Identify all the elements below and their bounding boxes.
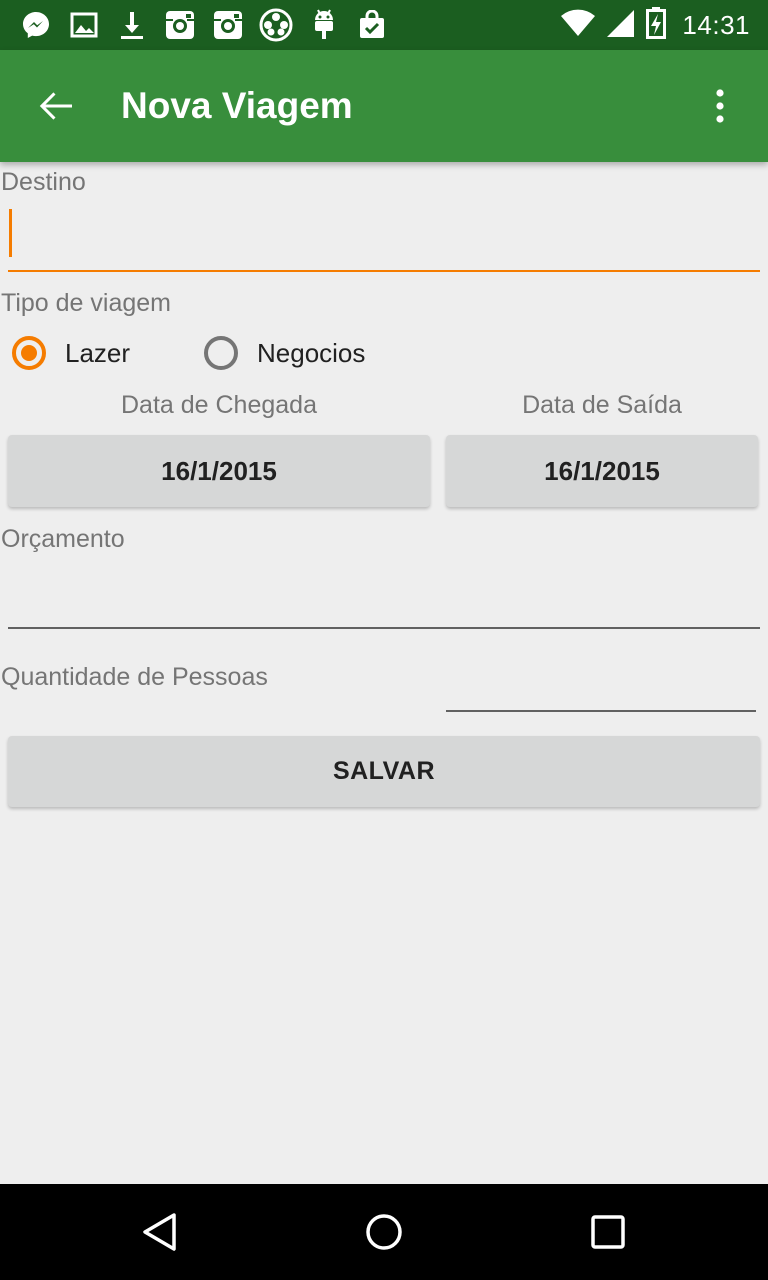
clock: 14:31 [682,9,750,40]
radio-lazer-indicator [12,336,46,370]
battery-charging-icon [646,6,667,44]
navigation-bar [0,1184,768,1280]
quantidade-input[interactable] [446,650,756,712]
film-reel-icon [258,7,294,43]
destino-underline [8,270,760,272]
data-chegada-button[interactable]: 16/1/2015 [8,435,430,507]
android-icon [306,7,342,43]
data-chegada-value: 16/1/2015 [161,455,277,486]
orcamento-label: Orçamento [1,525,125,553]
back-triangle-icon [143,1213,176,1251]
instagram-icon [210,7,246,43]
image-icon [66,7,102,43]
messenger-icon [18,7,54,43]
orcamento-input[interactable] [8,560,760,628]
quantidade-label: Quantidade de Pessoas [1,663,268,691]
recents-square-icon [591,1215,625,1249]
salvar-button[interactable]: SALVAR [8,736,760,807]
wifi-icon [560,9,596,42]
status-bar: 14:31 [0,0,768,50]
system-status-icons: 14:31 [560,0,750,50]
signal-icon [606,8,636,43]
more-vert-icon [716,89,724,123]
notification-icons [18,0,390,50]
page-title: Nova Viagem [121,85,353,126]
back-button[interactable] [24,78,88,134]
instagram-icon [162,7,198,43]
radio-negocios-label: Negocios [257,337,366,368]
orcamento-underline [8,627,760,629]
screen: 14:31 Nova Viagem Destino Tipo de viagem… [0,0,768,1280]
data-chegada-label: Data de Chegada [121,391,317,419]
data-saida-label: Data de Saída [522,391,682,419]
destino-label: Destino [1,168,86,196]
download-icon [114,7,150,43]
radio-negocios-indicator [204,336,238,370]
salvar-label: SALVAR [332,757,436,785]
tipo-viagem-label: Tipo de viagem [1,289,171,317]
app-bar: Nova Viagem [0,50,768,162]
radio-negocios[interactable]: Negocios [204,336,365,370]
radio-lazer[interactable]: Lazer [12,336,130,370]
data-saida-value: 16/1/2015 [544,455,660,486]
radio-lazer-label: Lazer [65,337,131,368]
text-cursor [9,209,12,257]
nav-recents-button[interactable] [574,1198,642,1266]
arrow-back-icon [39,92,72,120]
destino-input[interactable] [8,200,760,272]
overflow-menu-button[interactable] [700,78,740,134]
quantidade-underline [446,710,756,712]
nav-back-button[interactable] [126,1198,194,1266]
shopping-bag-icon [354,7,390,43]
nav-home-button[interactable] [350,1198,418,1266]
home-circle-icon [366,1214,402,1250]
data-saida-button[interactable]: 16/1/2015 [446,435,758,507]
